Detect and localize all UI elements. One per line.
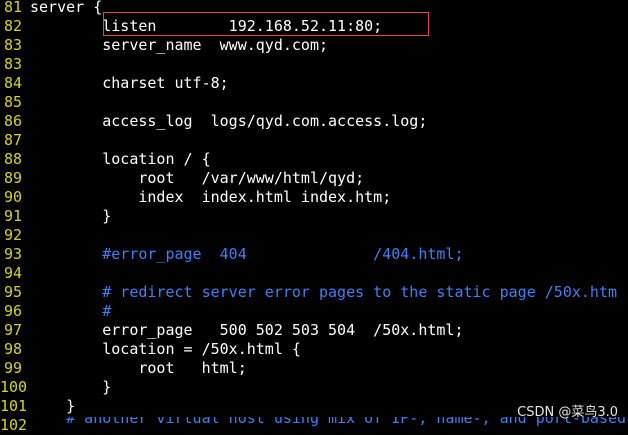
code-text: root /var/www/html/qyd; xyxy=(30,169,365,187)
code-text: location = /50x.html { xyxy=(30,340,301,358)
line-number: 98 xyxy=(3,340,22,358)
code-text: } xyxy=(30,397,76,415)
code-line: 85 xyxy=(0,93,628,112)
code-text: server_name www.qyd.com; xyxy=(30,36,329,54)
line-number: 94 xyxy=(3,264,22,282)
code-text: error_page 500 502 503 504 /50x.html; xyxy=(30,321,464,339)
code-line: 83 xyxy=(0,55,628,74)
code-line: 83 server_name www.qyd.com; xyxy=(0,36,628,55)
code-line: 91 } xyxy=(0,207,628,226)
code-line: 90 index index.html index.htm; xyxy=(0,188,628,207)
line-number: 97 xyxy=(3,321,22,339)
line-number: 91 xyxy=(3,207,22,225)
code-comment: # redirect server error pages to the sta… xyxy=(30,283,617,301)
code-text: } xyxy=(30,378,112,396)
code-line: 99 root html; xyxy=(0,359,628,378)
code-text: charset utf-8; xyxy=(30,74,229,92)
line-number: 87 xyxy=(3,131,22,149)
line-number: 90 xyxy=(3,188,22,206)
code-text: server { xyxy=(30,0,103,16)
terminal-editor[interactable]: 81 server {82 listen 192.168.52.11:80; 83 … xyxy=(0,0,628,434)
line-number: 92 xyxy=(3,226,22,244)
code-line: 94 xyxy=(0,264,628,283)
line-number: 89 xyxy=(3,169,22,187)
highlight-box xyxy=(103,12,429,36)
code-text: } xyxy=(30,207,112,225)
code-line: 89 root /var/www/html/qyd; xyxy=(0,169,628,188)
line-number: 83 xyxy=(3,55,22,73)
code-text: root html; xyxy=(30,359,247,377)
code-comment: # xyxy=(30,302,112,320)
code-line: 96 # xyxy=(0,302,628,321)
watermark: CSDN @菜鸟3.0 xyxy=(517,405,618,420)
code-line: 100 } xyxy=(0,378,628,397)
line-number: 93 xyxy=(3,245,22,263)
line-number: 85 xyxy=(3,93,22,111)
line-number: 84 xyxy=(3,74,22,92)
code-line: 92 xyxy=(0,226,628,245)
line-number: 83 xyxy=(3,36,22,54)
line-number: 96 xyxy=(3,302,22,320)
code-line: 93 #error_page 404 /404.html; xyxy=(0,245,628,264)
code-comment: #error_page 404 /404.html; xyxy=(30,245,464,263)
code-line: 87 xyxy=(0,131,628,150)
code-line: 86 access_log logs/qyd.com.access.log; xyxy=(0,112,628,131)
line-number: 82 xyxy=(3,17,22,35)
code-line: 95 # redirect server error pages to the … xyxy=(0,283,628,302)
line-number: 86 xyxy=(3,112,22,130)
code-text: location / { xyxy=(30,150,211,168)
line-number: 95 xyxy=(3,283,22,301)
code-text: index index.html index.htm; xyxy=(30,188,392,206)
line-number: 100 xyxy=(0,378,28,396)
code-line: 98 location = /50x.html { xyxy=(0,340,628,359)
code-line: 84 charset utf-8; xyxy=(0,74,628,93)
code-line: 88 location / { xyxy=(0,150,628,169)
line-number: 81 xyxy=(3,0,22,16)
line-number: 99 xyxy=(3,359,22,377)
line-number: 101 xyxy=(0,397,28,415)
code-line: 97 error_page 500 502 503 504 /50x.html; xyxy=(0,321,628,340)
code-text: access_log logs/qyd.com.access.log; xyxy=(30,112,428,130)
line-number: 88 xyxy=(3,150,22,168)
